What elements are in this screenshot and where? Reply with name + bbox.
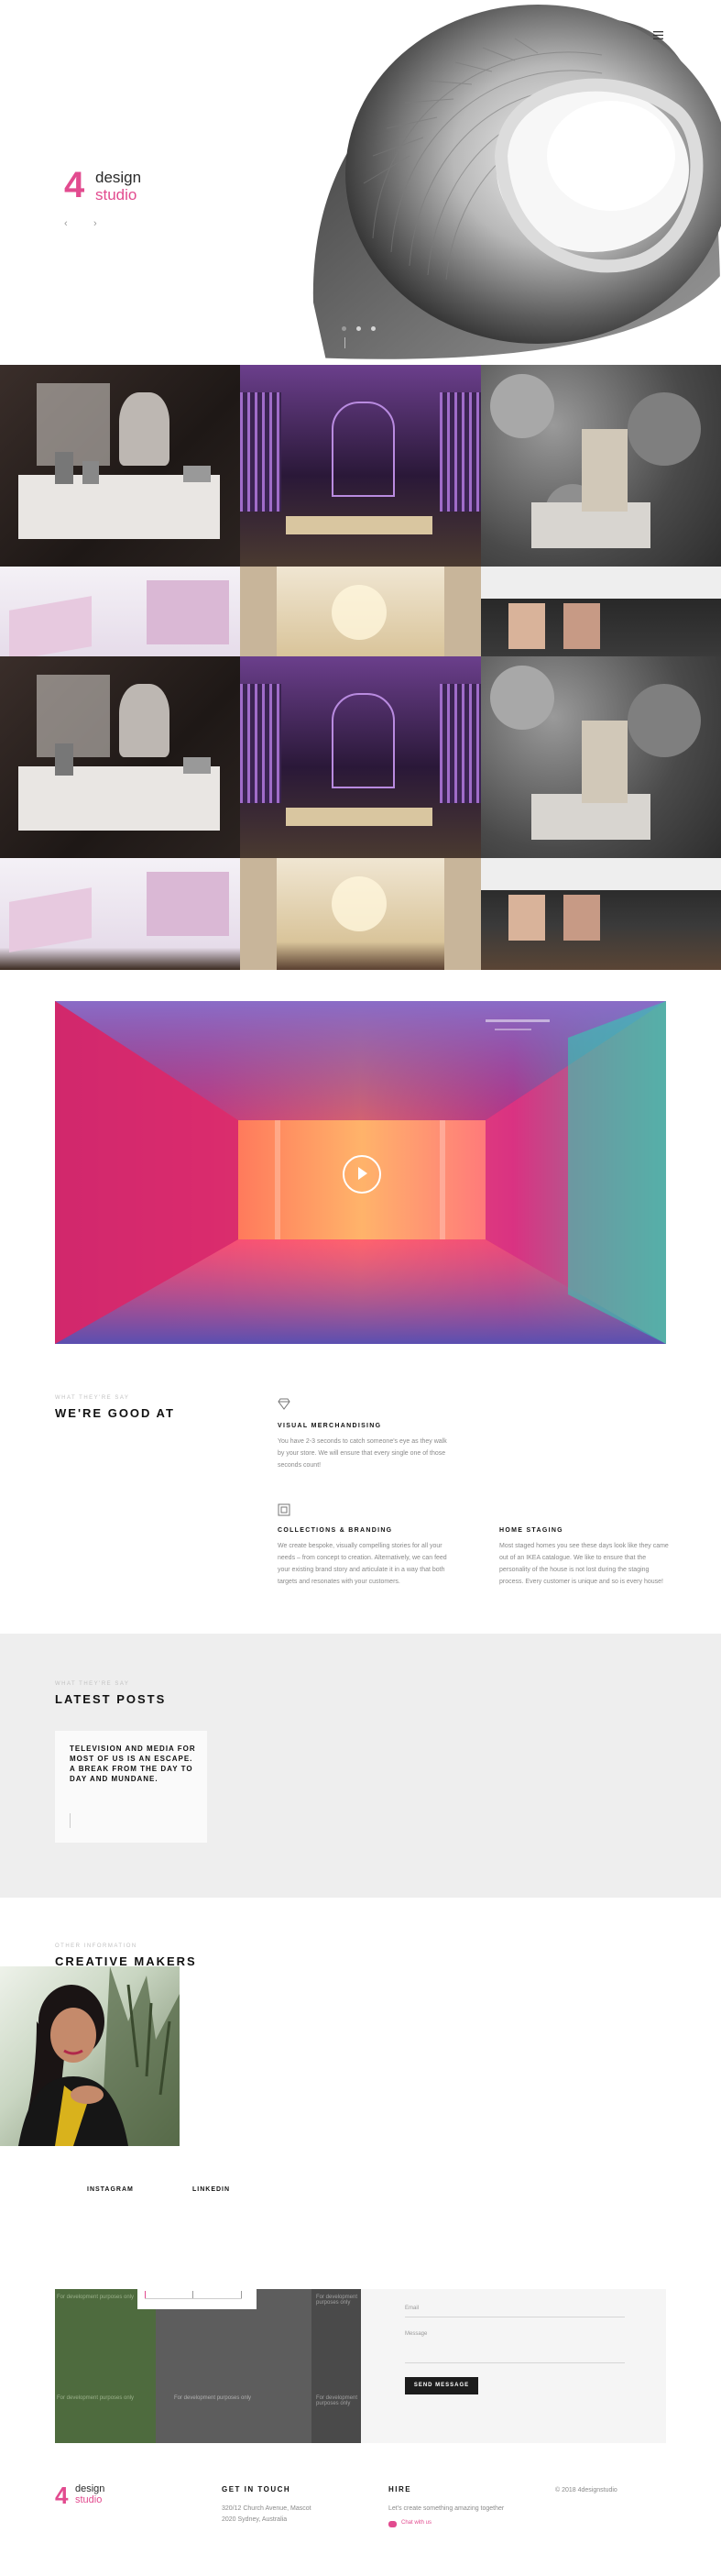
linkedin-link[interactable]: LINKEDIN: [192, 2186, 230, 2193]
gallery-item-boutique[interactable]: [240, 567, 481, 656]
brand-logo[interactable]: 4 design studio: [64, 165, 147, 205]
video-banner: [55, 1001, 666, 1344]
service-body-collections-branding: We create bespoke, visually compelling s…: [278, 1543, 447, 1585]
posts-heading: LATEST POSTS: [55, 1692, 167, 1706]
service-title-collections-branding: COLLECTIONS & BRANDING: [278, 1527, 393, 1534]
post-card[interactable]: TELEVISION AND MEDIA FOR MOST OF US IS A…: [55, 1731, 207, 1843]
gallery-item-showroom[interactable]: [481, 567, 721, 656]
gallery-item-paper-flowers[interactable]: [481, 656, 721, 858]
team-member-photo: [0, 1966, 180, 2146]
services-heading: WE'RE GOOD AT: [55, 1406, 175, 1420]
logo-line-2: studio: [75, 2494, 103, 2505]
layers-icon: [278, 1503, 290, 1516]
instagram-link[interactable]: INSTAGRAM: [87, 2186, 134, 2193]
map-embed[interactable]: For development purposes only For develo…: [55, 2289, 361, 2443]
gallery-item-pink-box[interactable]: [0, 858, 240, 970]
service-body-home-staging: Most staged homes you see these days loo…: [499, 1543, 669, 1585]
play-icon: [358, 1167, 367, 1180]
posts-eyebrow: WHAT THEY'RE SAY: [55, 1681, 130, 1687]
map-watermark: For development purposes only: [174, 2395, 252, 2401]
service-title-visual-merchandising: VISUAL MERCHANDISING: [278, 1423, 382, 1429]
logo-mark: 4: [55, 2482, 69, 2509]
chat-icon: [388, 2521, 397, 2527]
service-body-visual-merchandising: You have 2-3 seconds to catch someone's …: [278, 1438, 447, 1469]
footer-hire-title: HIRE: [388, 2485, 412, 2493]
gallery-item-jewelry-display[interactable]: [0, 365, 240, 567]
team-eyebrow: OTHER INFORMATION: [55, 1943, 137, 1949]
footer-logo[interactable]: 4 design studio: [55, 2482, 119, 2509]
latest-posts-section: WHAT THEY'RE SAY LATEST POSTS TELEVISION…: [0, 1634, 721, 1898]
logo-mark: 4: [64, 165, 85, 205]
scroll-indicator: [344, 337, 345, 348]
play-button[interactable]: [343, 1155, 381, 1194]
footer-address: 320/12 Church Avenue, Mascot 2020 Sydney…: [222, 2505, 311, 2523]
email-label: Email: [405, 2306, 420, 2311]
diamond-icon: [278, 1397, 290, 1410]
map-watermark: For development purposes only: [316, 2295, 358, 2306]
gallery-item-purple-store[interactable]: [240, 656, 481, 858]
services-eyebrow: WHAT THEY'RE SAY: [55, 1395, 130, 1401]
gallery-item-paper-flowers[interactable]: [481, 365, 721, 567]
hero-slider: 4 design studio ‹ ›: [0, 0, 721, 365]
map-controls[interactable]: [137, 2289, 257, 2309]
slider-prev-icon[interactable]: ‹: [64, 218, 73, 229]
slider-next-icon[interactable]: ›: [93, 218, 103, 229]
copyright: © 2018 4designstudio: [555, 2487, 617, 2493]
gallery-item-showroom[interactable]: [481, 858, 721, 970]
post-card-divider: [70, 1813, 71, 1828]
logo-line-1: design: [95, 169, 142, 186]
slider-dots: [342, 326, 378, 332]
contact-form: Email Message SEND MESSAGE: [361, 2289, 666, 2443]
slider-dot-3[interactable]: [371, 326, 376, 331]
send-message-button[interactable]: SEND MESSAGE: [405, 2377, 478, 2394]
message-label: Message: [405, 2331, 428, 2337]
service-title-home-staging: HOME STAGING: [499, 1527, 563, 1534]
slider-dot-2[interactable]: [356, 326, 361, 331]
message-field[interactable]: [405, 2362, 625, 2363]
map-watermark: For development purposes only: [57, 2395, 135, 2401]
map-watermark: For development purposes only: [57, 2295, 135, 2300]
footer-contact-title: GET IN TOUCH: [222, 2485, 291, 2493]
menu-icon[interactable]: [653, 28, 663, 39]
gallery-item-pink-box[interactable]: [0, 567, 240, 656]
slider-dot-1[interactable]: [342, 326, 346, 331]
logo-line-2: studio: [95, 186, 137, 204]
post-card-title: TELEVISION AND MEDIA FOR MOST OF US IS A…: [70, 1745, 196, 1783]
hero-image-staircase: [309, 0, 721, 365]
gallery-item-jewelry-display[interactable]: [0, 656, 240, 858]
map-watermark: For development purposes only: [316, 2395, 358, 2406]
gallery-item-purple-store[interactable]: [240, 365, 481, 567]
logo-line-1: design: [75, 2483, 105, 2494]
chat-link[interactable]: Chat with us: [401, 2520, 432, 2526]
portfolio-gallery: [0, 365, 721, 970]
footer-hire-text: Let's create something amazing together: [388, 2505, 505, 2512]
gallery-item-boutique[interactable]: [240, 858, 481, 970]
